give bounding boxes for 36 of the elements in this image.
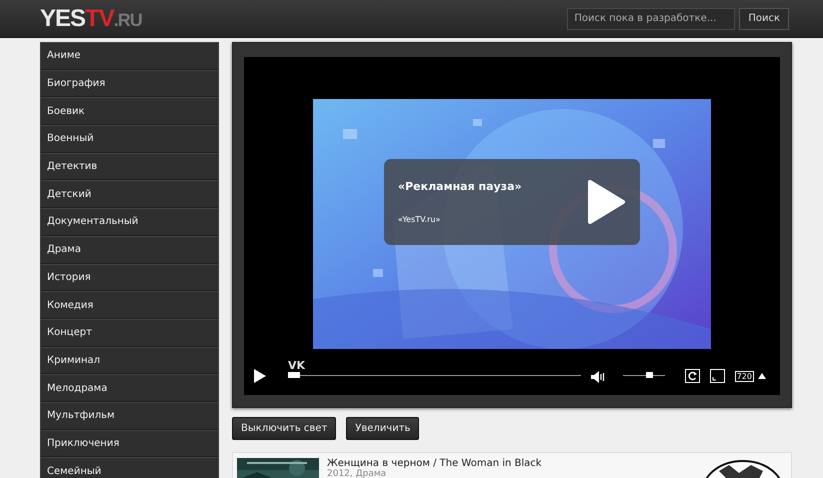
rotate-icon[interactable] bbox=[684, 369, 700, 383]
action-button[interactable]: Увеличить bbox=[346, 417, 420, 440]
search-button[interactable]: Поиск bbox=[739, 8, 789, 30]
genre-item[interactable]: Военный bbox=[41, 125, 218, 153]
volume-thumb[interactable] bbox=[646, 372, 653, 378]
movie-card[interactable]: Женщина в черном / The Woman in Black 2012, Драма bbox=[232, 452, 792, 478]
genre-item[interactable]: Боевик bbox=[41, 97, 218, 126]
genre-item[interactable]: Документальный bbox=[41, 208, 218, 236]
genre-item[interactable]: История bbox=[41, 264, 218, 292]
caret-icon[interactable] bbox=[758, 373, 766, 379]
genre-item[interactable]: Приключения bbox=[41, 430, 218, 458]
genre-item[interactable]: Семейный bbox=[41, 457, 218, 478]
movie-title[interactable]: Женщина в черном / The Woman in Black bbox=[327, 458, 542, 469]
overlay-title: «Рекламная пауза» bbox=[398, 180, 523, 193]
fullscreen-icon[interactable] bbox=[710, 369, 725, 383]
genre-item[interactable]: Комедия bbox=[41, 291, 218, 319]
genre-item[interactable]: Криминал bbox=[41, 346, 218, 374]
genre-item[interactable]: Биография bbox=[41, 70, 218, 98]
genre-item[interactable]: Мультфильм bbox=[41, 402, 218, 430]
overlay-subtitle: «YesTV.ru» bbox=[398, 215, 442, 224]
play-icon[interactable] bbox=[586, 179, 626, 225]
genre-item[interactable]: Детский bbox=[41, 180, 218, 208]
action-button[interactable]: Выключить свет bbox=[232, 417, 336, 440]
source-label: VK bbox=[288, 359, 306, 372]
quality-button[interactable]: 720 bbox=[734, 371, 754, 382]
genre-item[interactable]: Детектив bbox=[41, 152, 218, 180]
video-player[interactable]: «Рекламная пауза» «YesTV.ru» VK 720 bbox=[244, 57, 780, 395]
movie-meta: 2012, Драма bbox=[327, 469, 388, 478]
genre-item[interactable]: Мелодрама bbox=[41, 374, 218, 402]
search-field[interactable]: Поиск пока в разработке... bbox=[567, 8, 736, 30]
site-logo[interactable]: YESTV.RU bbox=[40, 4, 142, 32]
genre-item[interactable]: Концерт bbox=[41, 318, 218, 347]
genre-item[interactable]: Драма bbox=[41, 236, 218, 264]
genre-item[interactable]: Аниме bbox=[41, 42, 218, 70]
volume-icon[interactable] bbox=[590, 371, 605, 383]
play-icon[interactable] bbox=[254, 369, 266, 383]
